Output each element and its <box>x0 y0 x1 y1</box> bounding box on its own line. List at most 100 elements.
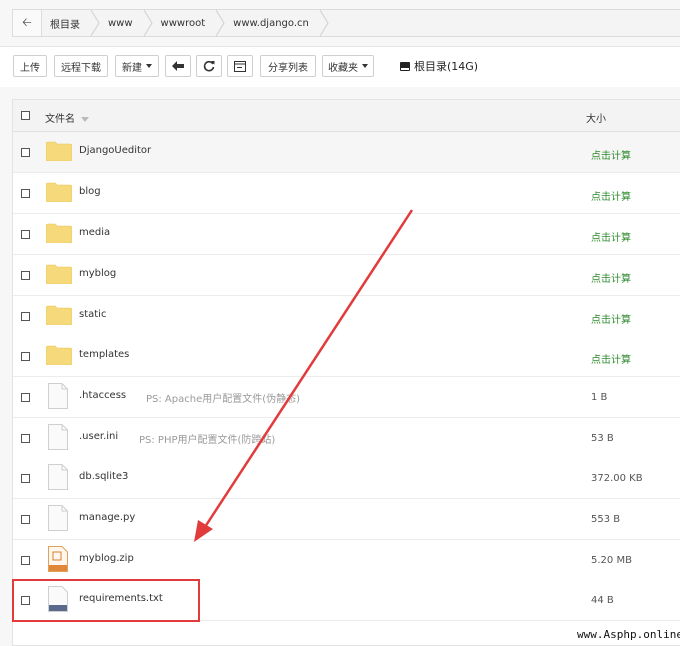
file-size: 1 B <box>591 392 608 403</box>
calculate-size-link[interactable]: 点击计算 <box>591 311 631 326</box>
caret-down-icon <box>362 64 368 68</box>
breadcrumb-separator-icon <box>319 10 329 36</box>
disk-label: 根目录(14G) <box>414 60 479 73</box>
file-size: 44 B <box>591 595 614 606</box>
file-icon <box>48 464 68 490</box>
watermark: www.Asphp.online <box>577 628 680 641</box>
table-header: 文件名 大小 <box>13 100 680 132</box>
breadcrumb: 🡠 根目录 www wwwroot www.django.cn <box>12 9 680 37</box>
file-name[interactable]: .user.ini <box>79 431 118 442</box>
calculate-size-link[interactable]: 点击计算 <box>591 351 631 366</box>
remote-download-button[interactable]: 远程下载 <box>54 55 108 77</box>
breadcrumb-item-root[interactable]: 根目录 <box>42 10 90 36</box>
file-name[interactable]: db.sqlite3 <box>79 471 128 482</box>
file-name[interactable]: templates <box>79 349 129 360</box>
table-row[interactable]: static 点击计算 <box>13 296 680 337</box>
row-checkbox[interactable] <box>21 189 30 198</box>
column-size-label: 大小 <box>586 114 606 125</box>
breadcrumb-label: www.django.cn <box>233 17 309 29</box>
folder-icon <box>46 182 72 202</box>
breadcrumb-label: www <box>108 17 133 29</box>
breadcrumb-item-site[interactable]: www.django.cn <box>225 10 319 36</box>
file-icon <box>48 505 68 531</box>
table-row[interactable]: manage.py 553 B <box>13 499 680 540</box>
file-table: 文件名 大小 DjangoUeditor 点击计算 blog 点击计算 medi… <box>12 99 680 646</box>
file-name[interactable]: manage.py <box>79 512 135 523</box>
disk-selector[interactable]: 根目录(14G) <box>400 55 478 77</box>
folder-icon <box>46 345 72 365</box>
share-list-label: 分享列表 <box>268 62 308 74</box>
file-name[interactable]: media <box>79 227 110 238</box>
zip-file-icon <box>48 546 68 572</box>
breadcrumb-separator-icon <box>143 10 153 36</box>
row-checkbox[interactable] <box>21 515 30 524</box>
table-row[interactable]: myblog 点击计算 <box>13 255 680 296</box>
calculate-size-link[interactable]: 点击计算 <box>591 229 631 244</box>
folder-icon <box>46 264 72 284</box>
file-size: 5.20 MB <box>591 555 632 566</box>
column-name-label: 文件名 <box>45 114 75 125</box>
back-button[interactable] <box>165 55 191 77</box>
file-name[interactable]: .htaccess <box>79 390 126 401</box>
table-row[interactable]: blog 点击计算 <box>13 173 680 214</box>
file-name[interactable]: myblog <box>79 268 116 279</box>
remote-download-label: 远程下载 <box>61 62 101 74</box>
row-checkbox[interactable] <box>21 271 30 280</box>
toolbar: 上传 远程下载 新建 分享列表 收藏夹 根目录(14G) <box>0 46 680 87</box>
new-label: 新建 <box>122 62 142 74</box>
breadcrumb-label: 根目录 <box>50 19 80 31</box>
refresh-button[interactable] <box>196 55 222 77</box>
file-icon <box>48 383 68 409</box>
table-row[interactable]: media 点击计算 <box>13 214 680 255</box>
row-checkbox[interactable] <box>21 556 30 565</box>
file-size: 372.00 KB <box>591 473 643 484</box>
terminal-icon <box>234 60 246 72</box>
row-checkbox[interactable] <box>21 434 30 443</box>
breadcrumb-item-wwwroot[interactable]: wwwroot <box>153 10 216 36</box>
calculate-size-link[interactable]: 点击计算 <box>591 188 631 203</box>
table-row[interactable]: templates 点击计算 <box>13 336 680 377</box>
disk-icon <box>400 61 410 71</box>
terminal-button[interactable] <box>227 55 253 77</box>
sort-down-icon <box>81 116 89 122</box>
breadcrumb-label: wwwroot <box>160 17 206 29</box>
column-header-name[interactable]: 文件名 <box>45 110 89 125</box>
folder-icon <box>46 141 72 161</box>
new-dropdown-button[interactable]: 新建 <box>115 55 159 77</box>
row-checkbox[interactable] <box>21 352 30 361</box>
table-row[interactable]: myblog.zip 5.20 MB <box>13 540 680 581</box>
breadcrumb-item-www[interactable]: www <box>100 10 143 36</box>
upload-button[interactable]: 上传 <box>13 55 47 77</box>
file-name[interactable]: myblog.zip <box>79 553 134 564</box>
column-header-size[interactable]: 大小 <box>586 110 606 125</box>
row-checkbox[interactable] <box>21 312 30 321</box>
favorites-dropdown-button[interactable]: 收藏夹 <box>322 55 374 77</box>
back-arrow-icon[interactable]: 🡠 <box>13 10 42 36</box>
highlight-box <box>12 579 200 622</box>
calculate-size-link[interactable]: 点击计算 <box>591 147 631 162</box>
calculate-size-link[interactable]: 点击计算 <box>591 270 631 285</box>
select-all-checkbox[interactable] <box>21 111 30 120</box>
row-checkbox[interactable] <box>21 148 30 157</box>
file-name[interactable]: static <box>79 309 106 320</box>
breadcrumb-separator-icon <box>90 10 100 36</box>
file-note: PS: Apache用户配置文件(伪静态) <box>146 394 301 405</box>
caret-down-icon <box>146 64 152 68</box>
folder-icon <box>46 223 72 243</box>
upload-label: 上传 <box>20 62 40 74</box>
breadcrumb-separator-icon <box>215 10 225 36</box>
table-row[interactable]: .user.ini PS: PHP用户配置文件(防跨站) 53 B <box>13 418 680 459</box>
share-list-button[interactable]: 分享列表 <box>260 55 316 77</box>
file-name[interactable]: blog <box>79 186 101 197</box>
table-row[interactable]: db.sqlite3 372.00 KB <box>13 458 680 499</box>
row-checkbox[interactable] <box>21 474 30 483</box>
row-checkbox[interactable] <box>21 230 30 239</box>
table-row[interactable]: DjangoUeditor 点击计算 <box>13 132 680 173</box>
row-checkbox[interactable] <box>21 393 30 402</box>
file-icon <box>48 424 68 450</box>
arrow-left-icon <box>172 61 184 71</box>
file-note: PS: PHP用户配置文件(防跨站) <box>139 435 276 446</box>
table-row[interactable]: .htaccess PS: Apache用户配置文件(伪静态) 1 B <box>13 377 680 418</box>
favorites-label: 收藏夹 <box>328 62 358 74</box>
file-name[interactable]: DjangoUeditor <box>79 145 151 156</box>
